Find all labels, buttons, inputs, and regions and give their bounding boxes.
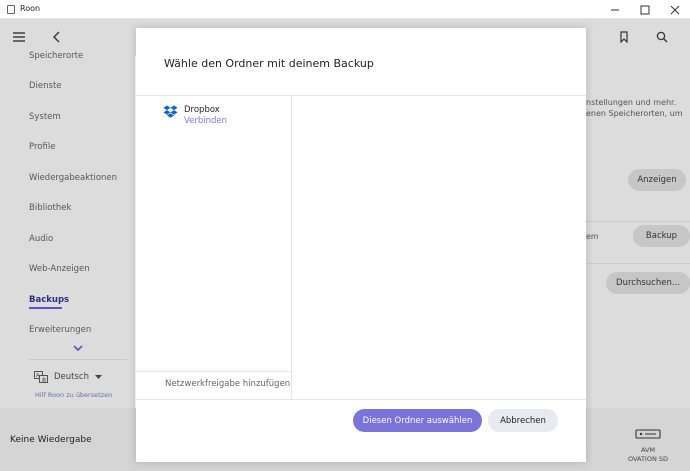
dialog-title: Wähle den Ordner mit deinem Backup (164, 57, 374, 70)
cancel-button[interactable]: Abbrechen (488, 409, 558, 432)
sidebar-item-audio[interactable]: Audio (29, 234, 53, 244)
sidebar-item-playback[interactable]: Wiedergabeaktionen (29, 173, 117, 183)
svg-text:あ: あ (42, 378, 47, 384)
svg-text:A: A (36, 373, 40, 379)
browse-button[interactable]: Durchsuchen... (606, 272, 690, 294)
zone-name-line-1: AVM (640, 446, 656, 454)
sidebar-item-services[interactable]: Dienste (29, 81, 62, 91)
window-title: Roon (20, 4, 41, 13)
source-name: Dropbox (184, 105, 220, 115)
dialog-header-divider (136, 95, 586, 96)
sidebar-divider (29, 359, 127, 360)
app-icon (7, 5, 15, 14)
chevron-left-icon (53, 31, 60, 43)
translate-icon: A あ (34, 371, 48, 383)
close-icon (670, 5, 680, 14)
scroll-down-button[interactable] (73, 345, 83, 355)
sidebar-item-extensions[interactable]: Erweiterungen (29, 325, 91, 335)
backup-settings-panel: nstellungen und mehr. enen Speicherorten… (586, 56, 690, 408)
backup-now-button[interactable]: Backup (633, 225, 690, 247)
backup-description-line-1: nstellungen und mehr. (586, 98, 677, 107)
language-label: Deutsch (54, 372, 89, 382)
source-item-dropbox[interactable]: Dropbox Verbinden (163, 105, 227, 127)
connect-link[interactable]: Verbinden (184, 116, 227, 127)
sidebar-item-storage[interactable]: Speicherorte (29, 51, 83, 61)
caret-down-icon (94, 374, 102, 379)
backup-row-label: em (586, 232, 599, 241)
chevron-down-icon (73, 345, 83, 352)
select-folder-button[interactable]: Diesen Ordner auswählen (353, 409, 482, 432)
window-titlebar: Roon (0, 0, 690, 19)
bookmark-button[interactable] (616, 29, 632, 45)
speaker-zone-icon (635, 429, 661, 439)
zone-button[interactable] (635, 428, 661, 443)
sidebar-item-web-display[interactable]: Web-Anzeigen (29, 264, 90, 274)
view-backups-button[interactable]: Anzeigen (628, 169, 686, 191)
sidebar-item-backups[interactable]: Backups (29, 295, 69, 305)
backup-description-line-2: enen Speicherorten, um (586, 109, 683, 118)
translate-link[interactable]: Hilf Roon zu übersetzen (35, 391, 112, 399)
section-divider (586, 263, 690, 264)
zone-name-line-2: OVATION SD (627, 455, 669, 463)
dialog-column-divider (291, 95, 292, 399)
choose-backup-folder-dialog: Wähle den Ordner mit deinem Backup Dropb… (136, 28, 586, 462)
bookmark-icon (620, 31, 628, 43)
sidebar-item-system[interactable]: System (29, 112, 61, 122)
sidebar-item-library[interactable]: Bibliothek (29, 203, 71, 213)
dialog-footer-divider (136, 399, 586, 400)
minimize-icon (611, 9, 619, 10)
sidebar-item-profiles[interactable]: Profile (29, 142, 55, 152)
back-button[interactable] (49, 29, 65, 45)
add-network-share-label: Netzwerkfreigabe hinzufügen (165, 379, 290, 389)
share-divider (136, 371, 291, 372)
close-window-button[interactable] (660, 0, 690, 19)
search-button[interactable] (654, 29, 670, 45)
add-network-share-button[interactable]: Netzwerkfreigabe hinzufügen (162, 379, 290, 389)
maximize-icon (640, 5, 650, 14)
minimize-button[interactable] (600, 0, 630, 19)
settings-sidebar: Speicherorte Dienste System Profile Wied… (0, 51, 135, 408)
now-playing-status: Keine Wiedergabe (10, 435, 92, 445)
zone-name: AVM OVATION SD (620, 446, 676, 464)
section-divider (586, 221, 690, 222)
language-selector[interactable]: A あ Deutsch (34, 371, 102, 383)
hamburger-icon (13, 32, 25, 42)
maximize-button[interactable] (630, 0, 660, 19)
dropbox-icon (163, 105, 178, 118)
menu-button[interactable] (11, 29, 27, 45)
search-icon (656, 31, 668, 43)
active-tab-indicator (29, 307, 62, 309)
